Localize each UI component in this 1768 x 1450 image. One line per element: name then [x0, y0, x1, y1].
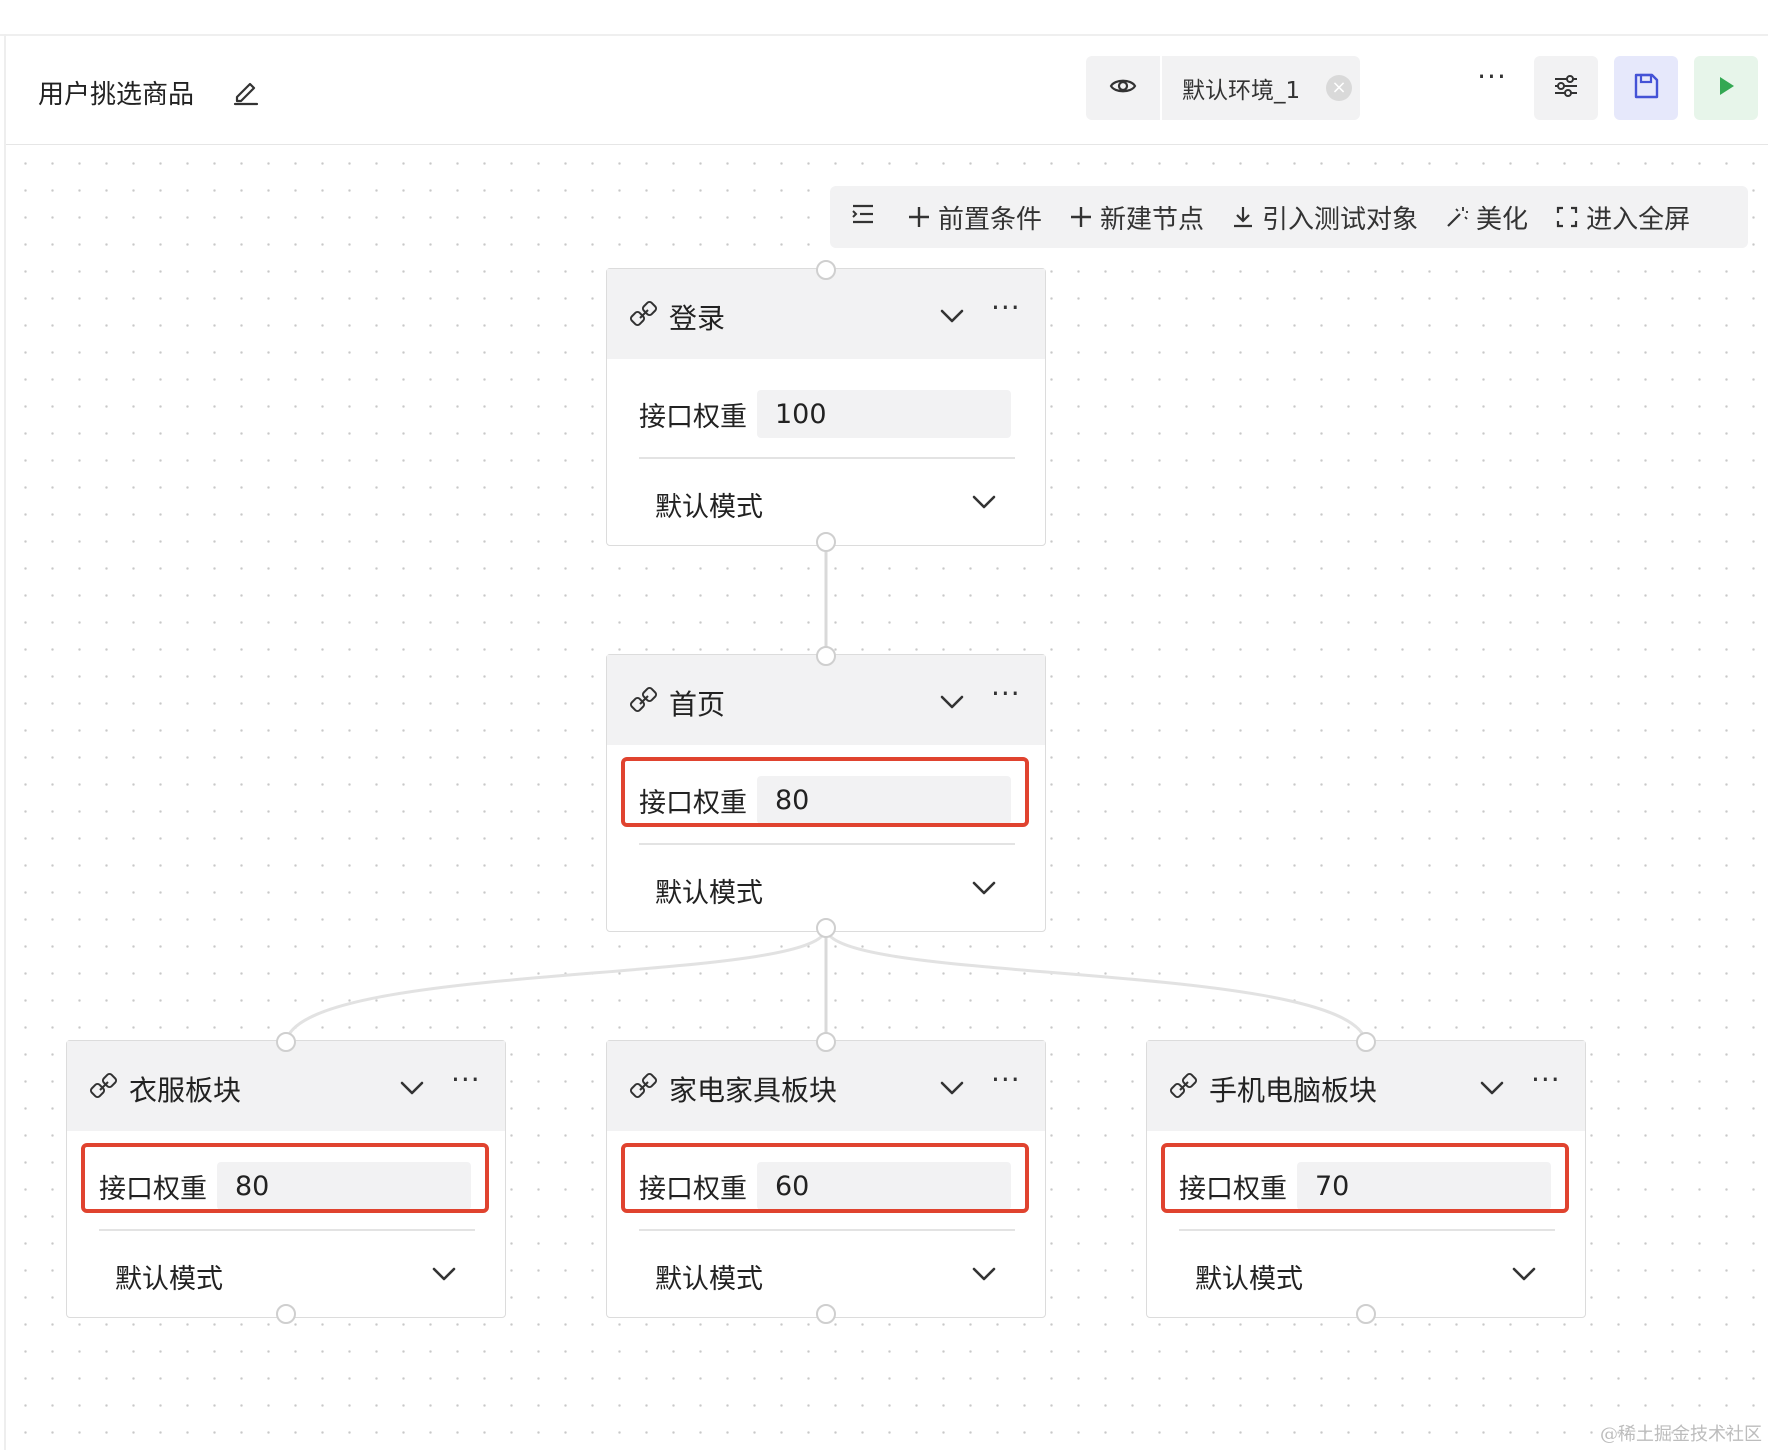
import-test-object-label: 引入测试对象: [1262, 204, 1419, 235]
new-node-label: 新建节点: [1100, 204, 1205, 235]
fullscreen-icon: [1554, 204, 1580, 230]
highlight-box: [621, 1143, 1029, 1213]
chevron-down-icon[interactable]: [429, 1259, 459, 1289]
eye-icon: [1108, 71, 1138, 105]
node-title: 家电家具板块: [669, 1074, 838, 1107]
save-icon: [1631, 71, 1661, 105]
divider: [1179, 1229, 1555, 1231]
node-login[interactable]: 登录 ··· 接口权重 100 默认模式: [606, 268, 1046, 546]
chevron-down-icon[interactable]: [969, 873, 999, 903]
node-header[interactable]: 家电家具板块 ···: [607, 1041, 1045, 1131]
weight-input[interactable]: 100: [757, 390, 1011, 438]
run-button[interactable]: [1694, 56, 1758, 120]
mode-select-value[interactable]: 默认模式: [1195, 1257, 1303, 1296]
link-icon: [89, 1071, 119, 1101]
new-node-button[interactable]: 新建节点: [1068, 199, 1204, 236]
beautify-button[interactable]: 美化: [1444, 199, 1528, 236]
node-port-out[interactable]: [276, 1304, 296, 1324]
add-precondition-button[interactable]: 前置条件: [906, 199, 1042, 236]
mode-select-value[interactable]: 默认模式: [655, 485, 763, 524]
node-port-in[interactable]: [1356, 1032, 1376, 1052]
plus-icon: [906, 204, 932, 230]
chevron-down-icon[interactable]: [1477, 1073, 1507, 1103]
node-title: 登录: [669, 302, 726, 335]
chevron-down-icon[interactable]: [937, 1073, 967, 1103]
node-more-button[interactable]: ···: [991, 677, 1021, 710]
app-root: 用户挑选商品 默认环境_1 × ··· 前置条件 新建节点 引入测试对象 美化 …: [0, 0, 1768, 1450]
mode-select-value[interactable]: 默认模式: [655, 1257, 763, 1296]
import-test-object-button[interactable]: 引入测试对象: [1230, 199, 1418, 236]
chevron-down-icon[interactable]: [969, 487, 999, 517]
node-port-in[interactable]: [816, 646, 836, 666]
environment-select[interactable]: 默认环境_1 ×: [1162, 56, 1360, 120]
fullscreen-label: 进入全屏: [1586, 204, 1691, 235]
node-more-button[interactable]: ···: [991, 1063, 1021, 1096]
node-home[interactable]: 首页 ··· 接口权重 80 默认模式: [606, 654, 1046, 932]
weight-row: 接口权重 100: [639, 389, 1015, 439]
edit-title-icon[interactable]: [231, 76, 261, 106]
node-port-out[interactable]: [816, 918, 836, 938]
node-more-button[interactable]: ···: [1531, 1063, 1561, 1096]
save-button[interactable]: [1614, 56, 1678, 120]
environment-group: 默认环境_1 ×: [1086, 56, 1360, 120]
node-header[interactable]: 首页 ···: [607, 655, 1045, 745]
header-bar: 用户挑选商品 默认环境_1 × ···: [6, 36, 1768, 145]
node-title: 手机电脑板块: [1209, 1074, 1378, 1107]
link-icon: [629, 299, 659, 329]
chevron-down-icon[interactable]: [937, 687, 967, 717]
outline-icon: [850, 204, 876, 234]
link-icon: [629, 1071, 659, 1101]
add-precondition-label: 前置条件: [938, 204, 1043, 235]
node-more-button[interactable]: ···: [451, 1063, 481, 1096]
fullscreen-button[interactable]: 进入全屏: [1554, 199, 1690, 236]
node-header[interactable]: 手机电脑板块 ···: [1147, 1041, 1585, 1131]
node-port-in[interactable]: [276, 1032, 296, 1052]
beautify-label: 美化: [1476, 204, 1529, 235]
node-port-in[interactable]: [816, 1032, 836, 1052]
divider: [99, 1229, 475, 1231]
link-icon: [629, 685, 659, 715]
divider: [639, 1229, 1015, 1231]
node-port-out[interactable]: [1356, 1304, 1376, 1324]
node-port-out[interactable]: [816, 1304, 836, 1324]
more-options-button[interactable]: ···: [1476, 60, 1508, 100]
highlight-box: [621, 757, 1029, 827]
chevron-down-icon[interactable]: [969, 1259, 999, 1289]
node-title: 首页: [669, 688, 726, 721]
chevron-down-icon[interactable]: [1509, 1259, 1539, 1289]
settings-button[interactable]: [1534, 56, 1598, 120]
mode-select-value[interactable]: 默认模式: [115, 1257, 223, 1296]
node-clothes[interactable]: 衣服板块 ··· 接口权重 80 默认模式: [66, 1040, 506, 1318]
node-header[interactable]: 衣服板块 ···: [67, 1041, 505, 1131]
node-appliances[interactable]: 家电家具板块 ··· 接口权重 60 默认模式: [606, 1040, 1046, 1318]
chevron-down-icon[interactable]: [397, 1073, 427, 1103]
node-title: 衣服板块: [129, 1074, 242, 1107]
sliders-icon: [1551, 71, 1581, 105]
node-port-out[interactable]: [816, 532, 836, 552]
environment-value: 默认环境_1: [1182, 78, 1301, 104]
preview-button[interactable]: [1086, 56, 1160, 120]
node-port-in[interactable]: [816, 260, 836, 280]
node-header[interactable]: 登录 ···: [607, 269, 1045, 359]
clear-environment-icon[interactable]: ×: [1326, 75, 1352, 101]
watermark: @稀土掘金技术社区: [1600, 1424, 1762, 1445]
mode-select-value[interactable]: 默认模式: [655, 871, 763, 910]
highlight-box: [81, 1143, 489, 1213]
link-icon: [1169, 1071, 1199, 1101]
window-top-bar: [0, 0, 1768, 36]
page-title: 用户挑选商品: [38, 80, 195, 110]
collapse-outline-button[interactable]: [850, 201, 876, 234]
node-electronics[interactable]: 手机电脑板块 ··· 接口权重 70 默认模式: [1146, 1040, 1586, 1318]
highlight-box: [1161, 1143, 1569, 1213]
divider: [639, 457, 1015, 459]
weight-label: 接口权重: [639, 401, 747, 433]
download-icon: [1230, 204, 1256, 230]
play-icon: [1711, 71, 1741, 105]
divider: [639, 843, 1015, 845]
canvas-toolbar: 前置条件 新建节点 引入测试对象 美化 进入全屏: [830, 186, 1748, 248]
chevron-down-icon[interactable]: [937, 301, 967, 331]
magic-wand-icon: [1444, 204, 1470, 230]
plus-icon: [1068, 204, 1094, 230]
node-more-button[interactable]: ···: [991, 291, 1021, 324]
